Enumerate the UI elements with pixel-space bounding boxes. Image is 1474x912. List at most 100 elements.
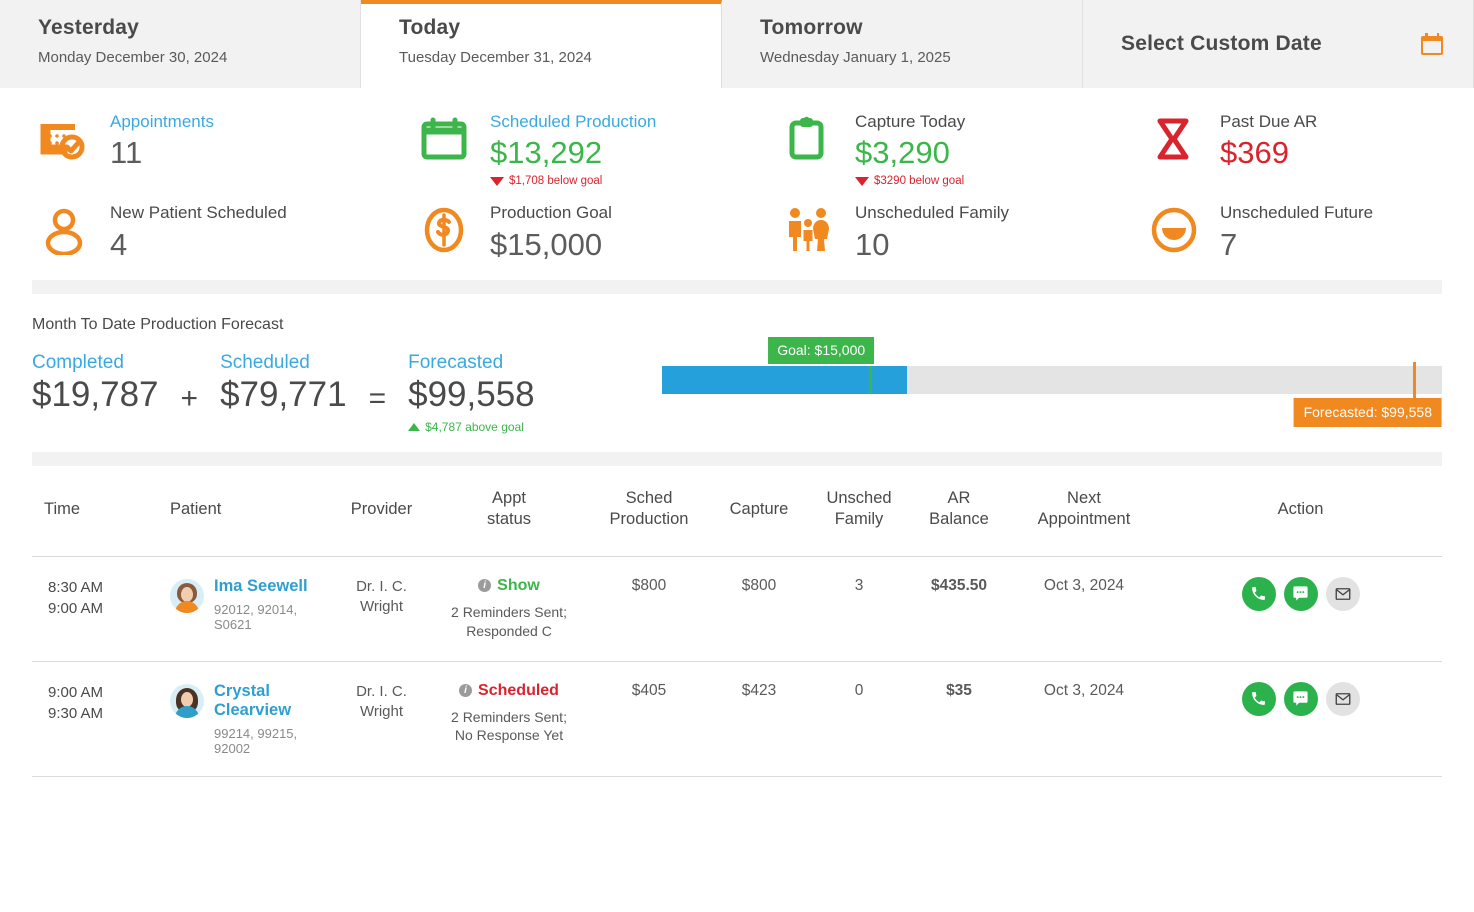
kpi-unscheduled-family[interactable]: Unscheduled Family 10 [777, 203, 1142, 261]
column-header-sched-line1: Sched [625, 489, 673, 508]
status-note-line-1: 2 Reminders Sent; [451, 708, 567, 725]
forecast-forecasted: Forecasted $99,558 $4,787 above goal [408, 351, 535, 434]
patient-name-link[interactable]: Crystal Clearview [214, 682, 330, 722]
kpi-appointments-value: 11 [110, 135, 143, 171]
avatar [170, 578, 204, 613]
kpi-past-due-ar-label: Past Due AR [1220, 112, 1318, 131]
status-note-line-1: 2 Reminders Sent; [451, 603, 567, 620]
forecast-figures: Month To Date Production Forecast Comple… [32, 316, 662, 435]
cell-ar-balance: $35 [909, 661, 1009, 778]
column-header-provider[interactable]: Provider [334, 466, 429, 557]
procedure-codes: 92012, 92014, S0621 [214, 601, 298, 632]
cell-capture: $423 [709, 661, 809, 778]
message-icon[interactable] [1283, 576, 1318, 611]
info-icon[interactable]: i [478, 579, 492, 593]
progress-track [662, 365, 1442, 394]
kpi-production-goal[interactable]: Production Goal $15,000 [412, 203, 777, 261]
forecast-scheduled-value: $79,771 [220, 374, 347, 414]
email-icon[interactable] [1325, 681, 1360, 716]
forecast-forecasted-label: Forecasted [408, 351, 504, 373]
triangle-down-icon [855, 176, 869, 186]
kpi-scheduled-production-value: $13,292 [490, 135, 603, 171]
cell-action [1159, 661, 1442, 778]
triangle-down-icon [490, 176, 504, 186]
column-header-capture[interactable]: Capture [709, 466, 809, 557]
forecast-badge: Forecasted: $99,558 [1293, 397, 1442, 427]
date-tab-bar: Yesterday Monday December 30, 2024 Today… [0, 0, 1474, 88]
cell-capture: $800 [709, 556, 809, 662]
column-header-unsched-family[interactable]: Unsched Family [809, 466, 909, 557]
tab-select-custom-date[interactable]: Select Custom Date [1083, 0, 1474, 88]
tab-tomorrow[interactable]: Tomorrow Wednesday January 1, 2025 [722, 0, 1083, 88]
kpi-past-due-ar[interactable]: Past Due AR $369 [1142, 112, 1442, 187]
cell-patient: Ima Seewell 92012, 92014, S0621 [152, 556, 334, 662]
tab-today-date: Tuesday December 31, 2024 [399, 49, 592, 66]
column-header-patient[interactable]: Patient [152, 466, 334, 557]
forecast-forecasted-value: $99,558 [408, 374, 535, 414]
kpi-scheduled-production[interactable]: Scheduled Production $13,292 $1,708 belo… [412, 112, 777, 187]
column-header-ar-line2: Balance [929, 510, 989, 529]
cell-sched-production: $405 [589, 661, 709, 778]
info-icon[interactable]: i [459, 684, 473, 697]
column-header-next-line1: Next [1067, 489, 1101, 508]
email-icon[interactable] [1325, 576, 1360, 611]
phone-icon[interactable] [1241, 681, 1276, 716]
column-header-ar-line1: AR [947, 489, 971, 508]
kpi-past-due-ar-value: $369 [1220, 135, 1289, 171]
forecast-completed: Completed $19,787 [32, 352, 159, 415]
kpi-new-patient-scheduled[interactable]: New Patient Scheduled 4 [32, 203, 412, 261]
column-header-sched-production[interactable]: Sched Production [589, 466, 709, 557]
cell-provider: Dr. I. C. Wright [334, 661, 429, 778]
message-icon[interactable] [1283, 681, 1318, 716]
status-note: 2 Reminders Sent; Responded C [433, 603, 585, 641]
cell-action [1159, 556, 1442, 662]
tab-yesterday-date: Monday December 30, 2024 [38, 49, 228, 66]
calendar-icon[interactable] [1421, 33, 1443, 55]
kpi-unscheduled-future-value: 7 [1220, 226, 1238, 262]
column-header-next-line2: Appointment [1037, 510, 1131, 529]
phone-icon[interactable] [1241, 576, 1276, 611]
hourglass-icon [1142, 112, 1206, 164]
column-header-appt-line1: Appt [492, 489, 526, 508]
forecast-section: Month To Date Production Forecast Comple… [0, 294, 1474, 435]
kpi-capture-today-label: Capture Today [855, 112, 966, 131]
status-badge: i Show [433, 577, 585, 595]
column-header-appt-status[interactable]: Appt status [429, 466, 589, 557]
procedure-codes: 99214, 99215, 92002 [214, 726, 298, 757]
forecast-scheduled: Scheduled $79,771 [220, 352, 347, 415]
column-header-next-appointment[interactable]: Next Appointment [1009, 466, 1159, 557]
cell-sched-production: $800 [589, 556, 709, 662]
tab-today[interactable]: Today Tuesday December 31, 2024 [361, 0, 722, 88]
column-header-time[interactable]: Time [32, 466, 152, 557]
cell-time: 9:00 AM 9:30 AM [32, 661, 152, 778]
kpi-row-1: Appointments 11 Scheduled Production $13… [32, 112, 1442, 187]
cell-patient: Crystal Clearview 99214, 99215, 92002 [152, 661, 334, 778]
provider-line-1: Dr. I. C. [356, 682, 407, 700]
appointment-end-time: 9:00 AM [48, 600, 104, 618]
avatar [170, 683, 204, 718]
custom-date-label: Select Custom Date [1121, 32, 1322, 55]
kpi-new-patient-label: New Patient Scheduled [110, 203, 287, 223]
status-note: 2 Reminders Sent; No Response Yet [433, 708, 585, 746]
kpi-capture-today[interactable]: Capture Today $3,290 $3290 below goal [777, 112, 1142, 187]
forecast-progress-chart: Goal: $15,000 Forecasted: $99,558 [662, 316, 1442, 435]
cell-time: 8:30 AM 9:00 AM [32, 556, 152, 662]
patient-name-link[interactable]: Ima Seewell [214, 577, 330, 597]
tab-yesterday[interactable]: Yesterday Monday December 30, 2024 [0, 0, 361, 88]
table-row[interactable]: 8:30 AM 9:00 AM Ima Seewell 92012, 92014… [32, 556, 1442, 662]
cell-appt-status: i Show 2 Reminders Sent; Responded C [429, 556, 589, 662]
cell-next-appointment: Oct 3, 2024 [1009, 661, 1159, 778]
column-header-ar-balance[interactable]: AR Balance [909, 466, 1009, 557]
section-divider-2 [32, 452, 1442, 467]
table-row[interactable]: 9:00 AM 9:30 AM Crystal Clearview 99214,… [32, 661, 1442, 778]
kpi-unscheduled-future[interactable]: Unscheduled Future 7 [1142, 203, 1442, 261]
person-icon [32, 203, 96, 256]
kpi-appointments[interactable]: Appointments 11 [32, 112, 412, 187]
kpi-row-2: New Patient Scheduled 4 Production Goal … [32, 203, 1442, 261]
kpi-unscheduled-family-value: 10 [855, 226, 890, 262]
appointment-start-time: 8:30 AM [48, 578, 104, 596]
tab-yesterday-title: Yesterday [38, 16, 140, 39]
calendar-icon [412, 112, 476, 164]
cell-provider: Dr. I. C. Wright [334, 556, 429, 662]
cell-unsched-family: 0 [809, 661, 909, 778]
